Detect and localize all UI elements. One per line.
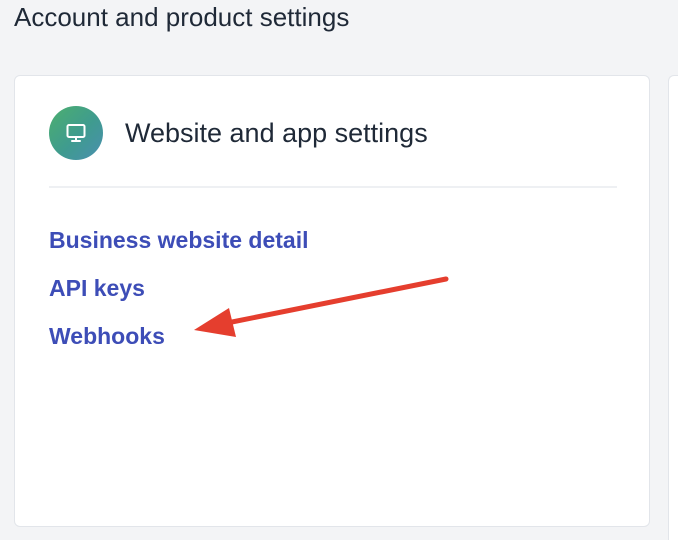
divider: [49, 186, 617, 188]
api-keys-link[interactable]: API keys: [49, 264, 308, 312]
webhooks-link[interactable]: Webhooks: [49, 312, 308, 360]
card-title: Website and app settings: [125, 117, 428, 148]
settings-links: Business website detail API keys Webhook…: [49, 216, 308, 360]
business-website-detail-link[interactable]: Business website detail: [49, 216, 308, 264]
adjacent-card-edge: [668, 75, 678, 540]
website-app-settings-card: Website and app settings Business websit…: [14, 75, 650, 527]
card-header: Website and app settings: [49, 106, 428, 160]
monitor-icon: [49, 106, 103, 160]
section-title: Account and product settings: [14, 2, 350, 32]
